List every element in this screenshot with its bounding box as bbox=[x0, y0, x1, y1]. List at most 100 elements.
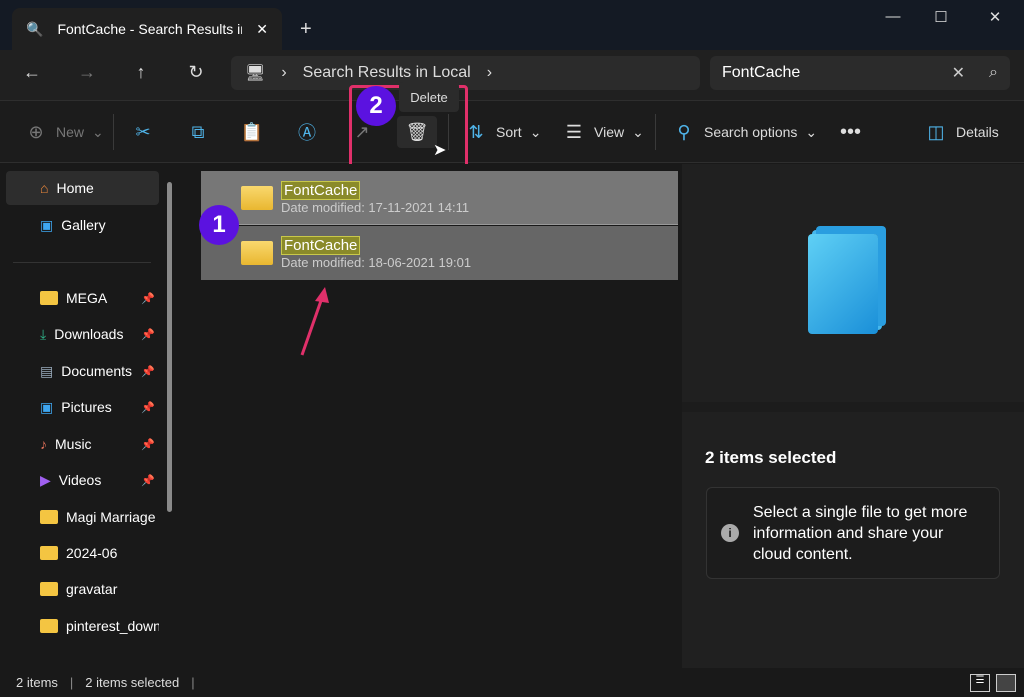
file-date: Date modified: 17-11-2021 14:11 bbox=[281, 199, 470, 215]
info-icon: i bbox=[721, 524, 739, 542]
forward-button[interactable]: → bbox=[72, 62, 102, 86]
sort-button[interactable]: ⇅ Sort ⌄ bbox=[464, 116, 541, 148]
sidebar-item-label: 2024-06 bbox=[66, 545, 118, 561]
sidebar-item-pinterest[interactable]: pinterest_downl bbox=[6, 609, 159, 643]
rename-button[interactable]: Ⓐ bbox=[295, 116, 319, 148]
tab-title: FontCache - Search Results in bbox=[57, 21, 243, 37]
plus-circle-icon: ⊕ bbox=[28, 121, 44, 142]
info-text: Select a single file to get more informa… bbox=[753, 503, 968, 563]
sidebar-item-label: MEGA bbox=[66, 290, 108, 306]
arrow-annotation bbox=[300, 287, 329, 356]
cursor-icon: ➤ bbox=[433, 142, 447, 159]
tiles-view-icon[interactable] bbox=[996, 674, 1016, 692]
sidebar-item-gallery[interactable]: ▣ Gallery bbox=[6, 208, 159, 242]
sidebar-item-mega[interactable]: MEGA 📌 bbox=[6, 281, 159, 315]
sidebar-item-label: pinterest_downl bbox=[66, 618, 159, 634]
sidebar-item-label: Music bbox=[55, 436, 92, 452]
file-name: FontCache bbox=[281, 180, 361, 200]
sort-label: Sort bbox=[496, 124, 522, 140]
file-name: FontCache bbox=[281, 236, 361, 255]
music-icon: ♪ bbox=[40, 436, 47, 452]
copy-icon: ⧉ bbox=[191, 121, 205, 142]
new-tab-button[interactable]: + bbox=[300, 18, 312, 41]
more-icon: ••• bbox=[840, 120, 862, 143]
new-button[interactable]: ⊕ New ⌄ bbox=[24, 116, 104, 148]
step-badge-1: 1 bbox=[199, 205, 239, 245]
chevron-right-icon[interactable]: › bbox=[487, 64, 492, 82]
chevron-down-icon: ⌄ bbox=[529, 123, 542, 140]
search-icon[interactable]: ⌕ bbox=[989, 64, 998, 82]
sidebar-scrollbar[interactable] bbox=[167, 182, 172, 512]
close-tab-icon[interactable]: ✕ bbox=[256, 21, 268, 38]
close-window-button[interactable]: ✕ bbox=[972, 8, 1018, 28]
scissors-icon: ✂ bbox=[135, 121, 151, 142]
folder-icon bbox=[241, 241, 273, 265]
new-label: New bbox=[56, 124, 85, 140]
pin-icon: 📌 bbox=[141, 438, 155, 451]
navigation-pane: ⌂ Home ▣ Gallery MEGA 📌 ⤓ Downloads 📌 ▤ Docume… bbox=[0, 164, 180, 668]
folder-icon bbox=[40, 582, 58, 596]
home-icon: ⌂ bbox=[40, 180, 49, 196]
paste-button[interactable]: 📋 bbox=[240, 116, 264, 148]
refresh-button[interactable]: ↻ bbox=[181, 62, 211, 86]
pictures-icon: ▣ bbox=[40, 398, 54, 415]
paste-icon: 📋 bbox=[240, 121, 264, 142]
rename-icon: Ⓐ bbox=[298, 123, 316, 143]
details-button[interactable]: ◫ Details bbox=[924, 116, 999, 148]
details-title: 2 items selected bbox=[705, 448, 837, 467]
multiple-files-icon bbox=[808, 234, 878, 334]
more-button[interactable]: ••• bbox=[840, 116, 861, 148]
sidebar-item-home[interactable]: ⌂ Home bbox=[6, 171, 159, 205]
chevron-down-icon: ⌄ bbox=[632, 123, 644, 140]
sidebar-item-magi-marriage[interactable]: Magi Marriage S bbox=[6, 500, 159, 534]
pin-icon: 📌 bbox=[141, 401, 155, 414]
chevron-down-icon: ⌄ bbox=[92, 123, 104, 140]
details-label: Details bbox=[956, 124, 999, 140]
search-value[interactable]: FontCache bbox=[722, 64, 952, 82]
maximize-button[interactable]: ☐ bbox=[918, 8, 964, 28]
pin-icon: 📌 bbox=[141, 292, 155, 305]
sidebar-item-videos[interactable]: ▶ Videos 📌 bbox=[6, 463, 159, 497]
folder-icon bbox=[241, 185, 273, 210]
up-button[interactable]: ↑ bbox=[126, 62, 156, 86]
cut-button[interactable]: ✂ bbox=[131, 116, 155, 148]
divider: | bbox=[69, 675, 74, 690]
minimize-button[interactable]: — bbox=[870, 8, 916, 28]
sidebar-item-music[interactable]: ♪ Music 📌 bbox=[6, 427, 159, 461]
file-date: Date modified: 18-06-2021 19:01 bbox=[281, 255, 472, 270]
view-button[interactable]: ☰ View ⌄ bbox=[562, 116, 644, 148]
info-card: i Select a single file to get more infor… bbox=[706, 487, 1000, 579]
copy-button[interactable]: ⧉ bbox=[186, 116, 210, 148]
pin-icon: 📌 bbox=[141, 474, 155, 487]
divider bbox=[13, 262, 151, 263]
selected-count: 2 items selected bbox=[85, 675, 180, 690]
sidebar-item-gravatar[interactable]: gravatar bbox=[6, 572, 159, 606]
sidebar-item-downloads[interactable]: ⤓ Downloads 📌 bbox=[6, 317, 159, 351]
sidebar-item-documents[interactable]: ▤ Documents 📌 bbox=[6, 354, 159, 388]
sidebar-item-label: Magi Marriage S bbox=[66, 509, 159, 525]
details-view-icon[interactable]: ☰ bbox=[970, 674, 990, 692]
file-row[interactable]: FontCache Date modified: 17-11-2021 14:11 bbox=[201, 171, 678, 225]
breadcrumb[interactable]: Search Results in Local bbox=[303, 64, 471, 82]
back-button[interactable]: ← bbox=[17, 62, 47, 86]
sidebar-item-pictures[interactable]: ▣ Pictures 📌 bbox=[6, 390, 159, 424]
view-label: View bbox=[594, 124, 625, 140]
item-count: 2 items bbox=[16, 675, 58, 690]
search-options-icon: ⚲ bbox=[677, 121, 691, 142]
chevron-right-icon: › bbox=[281, 64, 287, 81]
tab-fontcache[interactable]: 🔍 FontCache - Search Results in ✕ bbox=[12, 8, 282, 50]
clear-icon[interactable]: ✕ bbox=[952, 63, 965, 83]
chevron-down-icon: ⌄ bbox=[805, 123, 818, 140]
sidebar-item-label: gravatar bbox=[66, 581, 118, 597]
sidebar-item-label: Gallery bbox=[61, 217, 106, 233]
details-pane-icon: ◫ bbox=[927, 121, 945, 142]
delete-tooltip: Delete bbox=[399, 82, 459, 112]
file-row[interactable]: FontCache Date modified: 18-06-2021 19:01 bbox=[201, 226, 678, 280]
folder-icon bbox=[40, 546, 58, 560]
gallery-icon: ▣ bbox=[40, 216, 54, 233]
sidebar-item-2024-06[interactable]: 2024-06 bbox=[6, 536, 159, 570]
search-input[interactable]: FontCache ✕ ⌕ bbox=[710, 56, 1010, 90]
divider bbox=[655, 114, 656, 150]
search-options-button[interactable]: ⚲ Search options ⌄ bbox=[672, 116, 817, 148]
videos-icon: ▶ bbox=[40, 471, 51, 488]
